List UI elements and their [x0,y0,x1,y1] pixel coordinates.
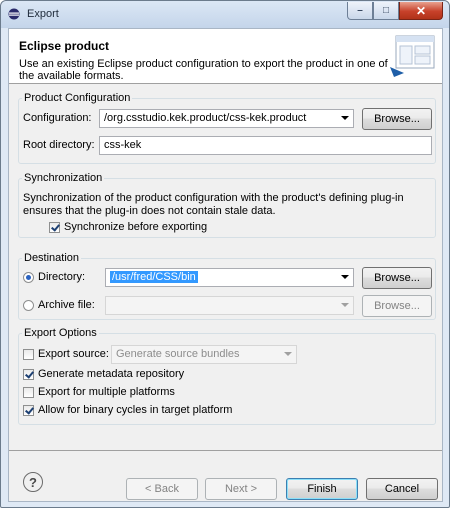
archive-browse-button[interactable]: Browse... [362,295,432,317]
synchronize-checkbox[interactable]: Synchronize before exporting [49,221,207,233]
help-icon[interactable]: ? [23,472,43,492]
binary-cycles-label: Allow for binary cycles in target platfo… [38,404,233,416]
group-label: Destination [22,252,82,264]
next-button[interactable]: Next > [205,478,277,500]
wizard-header: Eclipse product Use an existing Eclipse … [9,29,442,84]
multiple-platforms-checkbox[interactable]: Export for multiple platforms [23,386,175,398]
root-directory-label: Root directory: [23,139,95,151]
dialog-body: Eclipse product Use an existing Eclipse … [8,28,443,502]
export-source-value: Generate source bundles [116,348,240,360]
group-label: Synchronization [22,172,105,184]
generate-metadata-checkbox[interactable]: Generate metadata repository [23,368,184,380]
footer-divider [9,450,442,451]
chevron-down-icon [341,303,349,307]
close-button[interactable]: ✕ [399,2,443,20]
chevron-down-icon [341,116,349,120]
product-configuration-group: Product Configuration Configuration: /or… [18,92,436,164]
chevron-down-icon [284,352,292,356]
archive-file-label: Archive file: [38,299,95,311]
configuration-combo[interactable]: /org.csstudio.kek.product/css-kek.produc… [99,109,354,128]
configuration-label: Configuration: [23,112,92,124]
maximize-icon: □ [382,5,390,16]
checkbox-unchecked-icon [23,348,34,360]
cancel-button[interactable]: Cancel [366,478,438,500]
archive-file-combo[interactable] [105,296,354,315]
window-controls: – □ ✕ [347,2,443,20]
wizard-banner-icon [390,35,435,77]
window-title: Export [27,8,59,20]
synchronization-description: Synchronization of the product configura… [23,192,404,217]
minimize-icon: – [357,5,363,16]
chevron-down-icon [341,275,349,279]
configuration-browse-button[interactable]: Browse... [362,108,432,130]
checkbox-unchecked-icon [23,386,34,398]
archive-file-radio[interactable]: Archive file: [23,299,95,311]
configuration-value: /org.csstudio.kek.product/css-kek.produc… [104,112,307,124]
export-source-label: Export source: [38,348,109,360]
page-title: Eclipse product [19,39,110,53]
title-bar[interactable]: Export – □ ✕ [1,1,449,28]
group-label: Export Options [22,327,99,339]
page-description: Use an existing Eclipse product configur… [19,58,388,82]
multiple-platforms-label: Export for multiple platforms [38,386,175,398]
minimize-button[interactable]: – [347,2,373,20]
destination-group: Destination Directory: /usr/fred/CSS/bin… [18,252,436,320]
maximize-button[interactable]: □ [373,2,399,20]
checkbox-checked-icon [23,404,34,416]
close-icon: ✕ [415,3,427,18]
checkbox-checked-icon [49,221,60,233]
synchronize-label: Synchronize before exporting [64,221,208,233]
directory-radio[interactable]: Directory: [23,271,85,283]
export-dialog: Export – □ ✕ Eclipse product Use an exis… [0,0,450,508]
generate-metadata-label: Generate metadata repository [38,368,185,380]
export-options-group: Export Options Export source: Generate s… [18,327,436,425]
export-icon [8,8,20,20]
directory-label: Directory: [38,271,86,283]
back-button[interactable]: < Back [126,478,198,500]
directory-value: /usr/fred/CSS/bin [110,271,198,283]
export-source-combo[interactable]: Generate source bundles [111,345,297,364]
directory-browse-button[interactable]: Browse... [362,267,432,289]
directory-combo[interactable]: /usr/fred/CSS/bin [105,268,354,287]
radio-unselected-icon [23,299,34,311]
synchronization-group: Synchronization Synchronization of the p… [18,172,436,238]
finish-button[interactable]: Finish [286,478,358,500]
radio-selected-icon [23,271,34,283]
checkbox-checked-icon [23,368,34,380]
root-directory-input[interactable]: css-kek [99,136,432,155]
group-label: Product Configuration [22,92,133,104]
export-source-checkbox[interactable]: Export source: [23,348,109,360]
binary-cycles-checkbox[interactable]: Allow for binary cycles in target platfo… [23,404,232,416]
